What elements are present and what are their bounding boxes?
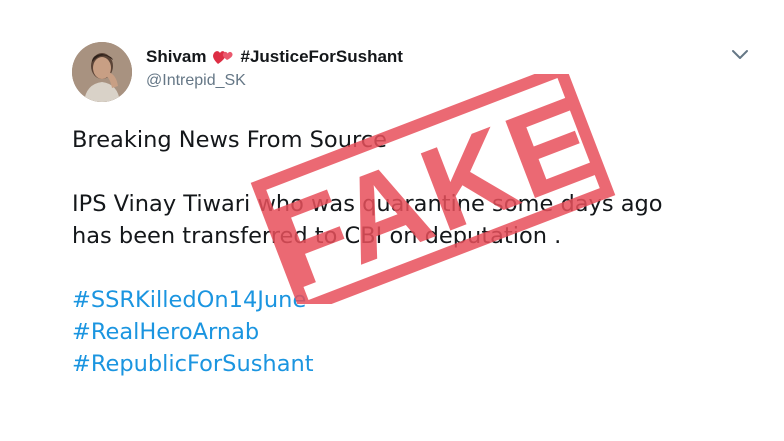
- avatar-photo-icon: [72, 42, 132, 102]
- tweet-line: Breaking News From Source: [72, 127, 387, 153]
- tweet-line: IPS Vinay Tiwari who was quarantine some…: [72, 191, 663, 217]
- hashtag-link[interactable]: #RepublicForSushant: [72, 348, 752, 380]
- display-name-row[interactable]: Shivam #JusticeForSushant: [146, 47, 403, 67]
- tweet-text: Breaking News From Source IPS Vinay Tiwa…: [72, 124, 752, 380]
- user-info: Shivam #JusticeForSushant @Intrepid_SK: [146, 47, 403, 90]
- avatar[interactable]: [72, 42, 132, 102]
- display-name[interactable]: Shivam: [146, 47, 206, 67]
- two-hearts-icon: [213, 51, 234, 64]
- user-handle[interactable]: @Intrepid_SK: [146, 72, 403, 90]
- hashtag-link[interactable]: #RealHeroArnab: [72, 316, 752, 348]
- hashtag-link[interactable]: #SSRKilledOn14June: [72, 284, 752, 316]
- chevron-down-icon[interactable]: [730, 48, 750, 62]
- display-name-hashtag[interactable]: #JusticeForSushant: [240, 47, 403, 67]
- tweet-card: Shivam #JusticeForSushant @Intrepid_SK B…: [0, 0, 784, 441]
- tweet-line: has been transferred to CBI on deputatio…: [72, 223, 562, 249]
